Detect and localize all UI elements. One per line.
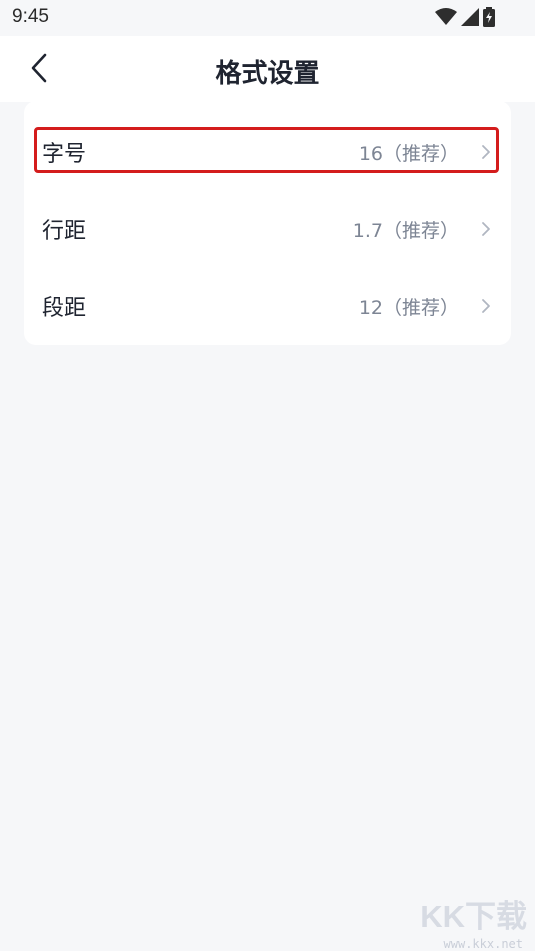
setting-value: 1.7（推荐） xyxy=(352,219,459,242)
settings-card: 字号 16（推荐） 行距 1.7（推荐） 段距 12（推荐） xyxy=(24,101,511,345)
status-bar: 9:45 xyxy=(0,0,535,36)
setting-label: 字号 xyxy=(42,142,87,167)
cellular-signal-icon xyxy=(461,8,479,30)
battery-charging-icon xyxy=(483,7,495,31)
setting-label: 段距 xyxy=(42,296,87,321)
setting-value: 12（推荐） xyxy=(358,296,459,319)
setting-row-line-spacing[interactable]: 行距 1.7（推荐） xyxy=(24,198,511,260)
chevron-right-icon xyxy=(482,222,490,236)
status-time: 9:45 xyxy=(12,6,49,27)
page-title: 格式设置 xyxy=(215,59,320,89)
setting-label: 行距 xyxy=(42,219,87,244)
setting-row-paragraph-spacing[interactable]: 段距 12（推荐） xyxy=(24,275,511,337)
watermark-subtext: www.kkx.net xyxy=(443,937,523,951)
status-icons xyxy=(435,7,495,31)
setting-row-font-size[interactable]: 字号 16（推荐） xyxy=(24,121,511,183)
watermark-logo: KK下载 www.kkx.net xyxy=(407,891,527,951)
wifi-icon xyxy=(435,8,457,30)
watermark-text: KK下载 xyxy=(420,899,527,934)
header: 格式设置 xyxy=(0,36,535,102)
chevron-right-icon xyxy=(482,145,490,159)
chevron-right-icon xyxy=(482,299,490,313)
setting-value: 16（推荐） xyxy=(358,142,459,165)
